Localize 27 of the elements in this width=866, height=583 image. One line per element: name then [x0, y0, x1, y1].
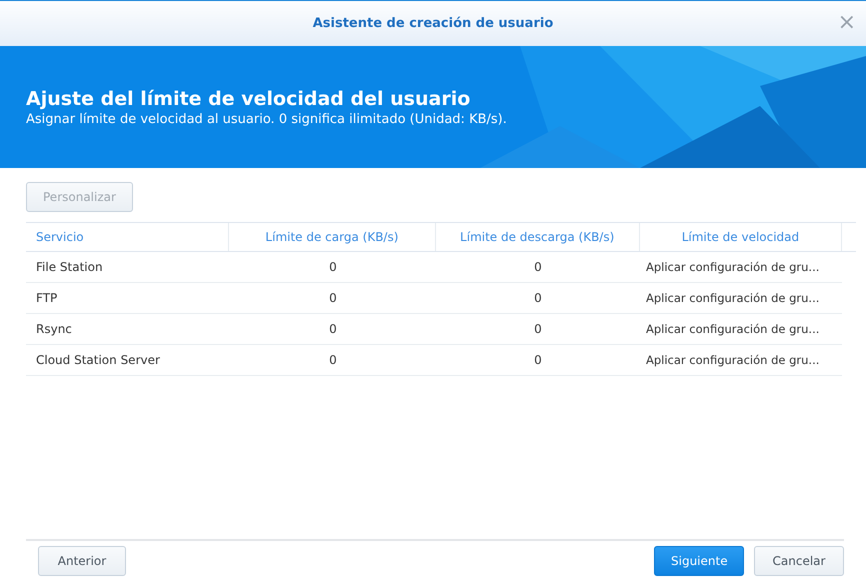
page-description: Asignar límite de velocidad al usuario. 0 significa ilimitado (Unidad: KB/s). — [26, 112, 508, 127]
table-cell-text: Aplicar configuración de gru... — [645, 321, 820, 338]
cancel-button[interactable]: Cancelar — [754, 546, 844, 576]
table-cell-text: 0 — [328, 321, 338, 338]
table-cell-text: Aplicar configuración de gru... — [645, 290, 820, 307]
table-cell-text: 0 — [533, 290, 543, 307]
column-header[interactable]: Servicio — [26, 223, 230, 251]
window-title: Asistente de creación de usuario — [312, 16, 554, 31]
table-cell-text: Aplicar configuración de gru... — [645, 352, 820, 369]
table-cell-text: 0 — [328, 259, 338, 276]
next-button[interactable]: Siguiente — [654, 546, 744, 576]
table-cell-text: Aplicar configuración de gru... — [645, 259, 820, 276]
table-cell-text: Cloud Station Server — [35, 352, 161, 369]
table-cell-text: 0 — [533, 352, 543, 369]
close-button[interactable]: × — [834, 13, 860, 33]
column-header[interactable]: Límite de descarga (KB/s) — [436, 223, 640, 251]
page-heading: Ajuste del límite de velocidad del usuario — [26, 88, 472, 110]
table-cell-text: 0 — [328, 352, 338, 369]
column-header[interactable]: Límite de velocidad — [640, 223, 842, 251]
table-cell-text: Rsync — [35, 321, 73, 338]
table-cell-text: File Station — [35, 259, 104, 276]
back-button[interactable]: Anterior — [38, 546, 126, 576]
table-cell-text: 0 — [533, 259, 543, 276]
table-cell-text: 0 — [533, 321, 543, 338]
table-cell-text: FTP — [35, 290, 58, 307]
column-header[interactable]: Límite de carga (KB/s) — [229, 223, 436, 251]
table-cell-text: 0 — [328, 290, 338, 307]
